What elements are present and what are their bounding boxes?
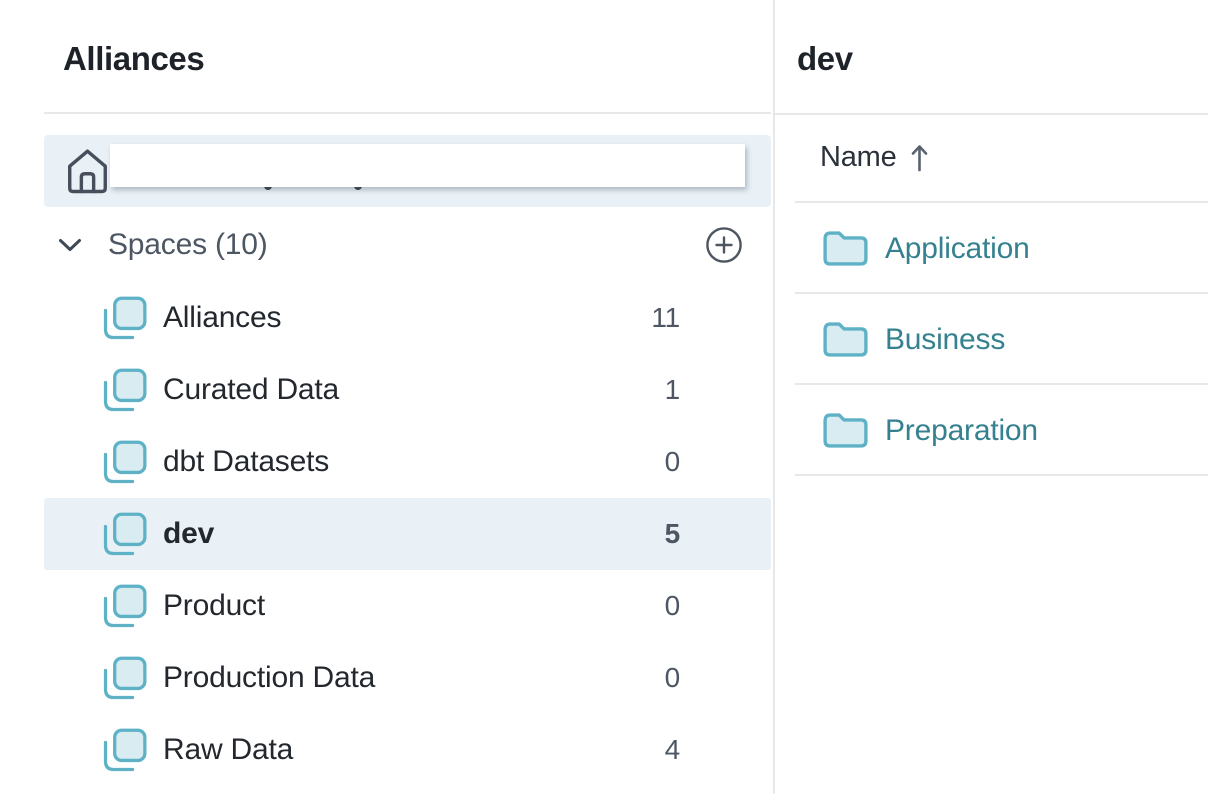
folder-icon (823, 230, 868, 267)
sidebar-item-alliances[interactable]: Alliances 11 (44, 282, 771, 354)
sidebar-item-label: dev (163, 517, 214, 551)
sidebar-item-count: 5 (665, 518, 771, 550)
sidebar-item-product[interactable]: Product 0 (44, 570, 771, 642)
sidebar-item-count: 0 (665, 590, 771, 622)
sidebar-title: Alliances (63, 40, 204, 78)
sort-ascending-icon (911, 142, 928, 173)
sidebar-item-count: 0 (665, 446, 771, 478)
sidebar-item-label: Raw Data (163, 733, 293, 767)
space-icon (103, 728, 147, 772)
sidebar-item-dbt-datasets[interactable]: dbt Datasets 0 (44, 426, 771, 498)
folder-icon (823, 321, 868, 358)
sidebar-item-label: Alliances (163, 301, 281, 335)
space-icon (103, 440, 147, 484)
sidebar-item-raw-data[interactable]: Raw Data 4 (44, 714, 771, 786)
redacted-text-overlay (110, 144, 745, 187)
table-row-application[interactable]: Application (775, 203, 1208, 294)
add-space-button[interactable] (705, 226, 743, 264)
folder-icon (823, 412, 868, 449)
sidebar-item-count: 1 (665, 374, 771, 406)
space-icon (103, 368, 147, 412)
sidebar-item-dev[interactable]: dev 5 (44, 498, 771, 570)
space-icon (103, 296, 147, 340)
page-title: dev (797, 40, 853, 78)
folder-link[interactable]: Application (885, 232, 1030, 266)
sidebar-item-production-data[interactable]: Production Data 0 (44, 642, 771, 714)
spaces-section-label: Spaces (10) (108, 228, 268, 262)
spaces-list: Alliances 11 Curated Data 1 dbt Datasets… (44, 282, 771, 786)
table-row-preparation[interactable]: Preparation (775, 385, 1208, 476)
folder-link[interactable]: Business (885, 323, 1005, 357)
space-icon (103, 656, 147, 700)
sidebar-item-label: Production Data (163, 661, 375, 695)
space-icon (103, 512, 147, 556)
folder-link[interactable]: Preparation (885, 414, 1038, 448)
sidebar-item-label: dbt Datasets (163, 445, 329, 479)
sidebar-item-count: 4 (665, 734, 771, 766)
folder-table: Application Business Preparation (775, 203, 1208, 476)
home-item[interactable] (44, 135, 771, 207)
home-icon (67, 148, 108, 194)
sidebar-item-label: Curated Data (163, 373, 339, 407)
sidebar-item-count: 0 (665, 662, 771, 694)
sidebar: Alliances Spaces (10) (0, 0, 773, 794)
chevron-down-icon (58, 238, 82, 252)
plus-circle-icon (705, 226, 743, 264)
sidebar-item-curated-data[interactable]: Curated Data 1 (44, 354, 771, 426)
space-icon (103, 584, 147, 628)
name-column-label: Name (820, 141, 897, 174)
table-row-business[interactable]: Business (775, 294, 1208, 385)
content-panel: dev Name Application Business (775, 0, 1208, 794)
sidebar-item-count: 11 (651, 302, 771, 334)
sidebar-title-divider (44, 112, 771, 114)
sidebar-item-label: Product (163, 589, 265, 623)
spaces-section-toggle[interactable]: Spaces (10) (44, 207, 771, 282)
app-screen: Alliances Spaces (10) (0, 0, 1208, 794)
column-header-name[interactable]: Name (820, 113, 928, 202)
